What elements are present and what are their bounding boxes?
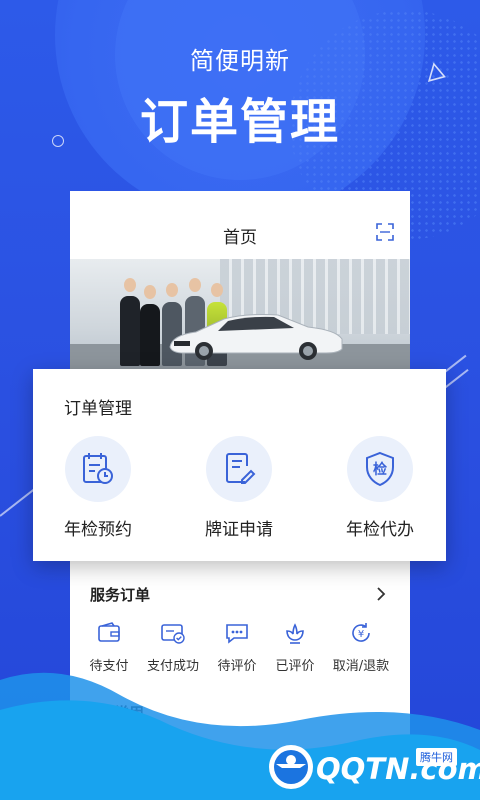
feature-label: 牌证申请 (205, 520, 273, 540)
hero-subtitle: 简便明新 (190, 47, 290, 75)
person-figure (120, 296, 140, 366)
feature-license-application[interactable]: 牌证申请 (184, 436, 294, 540)
phone-header: 首页 (70, 191, 410, 259)
person-head (144, 285, 156, 299)
car-image (169, 314, 343, 360)
scan-icon[interactable] (376, 223, 394, 241)
logo-mascot-icon (269, 745, 313, 789)
banner-image[interactable] (70, 259, 410, 374)
feature-icon-bg (65, 436, 131, 502)
feature-inspection-agency[interactable]: 检 年检代办 (325, 436, 435, 540)
shield-glyph: 检 (373, 461, 387, 478)
person-figure (140, 304, 160, 366)
service-orders-title: 服务订单 (90, 586, 151, 604)
chevron-right-icon[interactable] (375, 586, 387, 602)
feature-inspection-appointment[interactable]: 年检预约 (43, 436, 153, 540)
page-title: 首页 (223, 228, 257, 248)
order-management-card: 订单管理 年检预约 牌证申请 检 年检代办 (33, 369, 446, 561)
svg-text:¥: ¥ (358, 629, 364, 640)
brand-badge: 腾牛网 (416, 748, 457, 766)
shield-check-icon: 检 (366, 451, 394, 487)
card-title: 订单管理 (64, 399, 132, 419)
calendar-clock-icon (83, 453, 113, 484)
person-head (124, 278, 136, 292)
feature-label: 年检代办 (346, 520, 414, 540)
feature-label: 年检预约 (64, 520, 132, 540)
person-head (189, 278, 201, 292)
feature-icon-bg: 检 (347, 436, 413, 502)
hero-title: 订单管理 (139, 94, 340, 150)
feature-icon-bg (206, 436, 272, 502)
person-head (166, 283, 178, 297)
document-edit-icon (226, 453, 256, 484)
person-head (211, 283, 223, 297)
